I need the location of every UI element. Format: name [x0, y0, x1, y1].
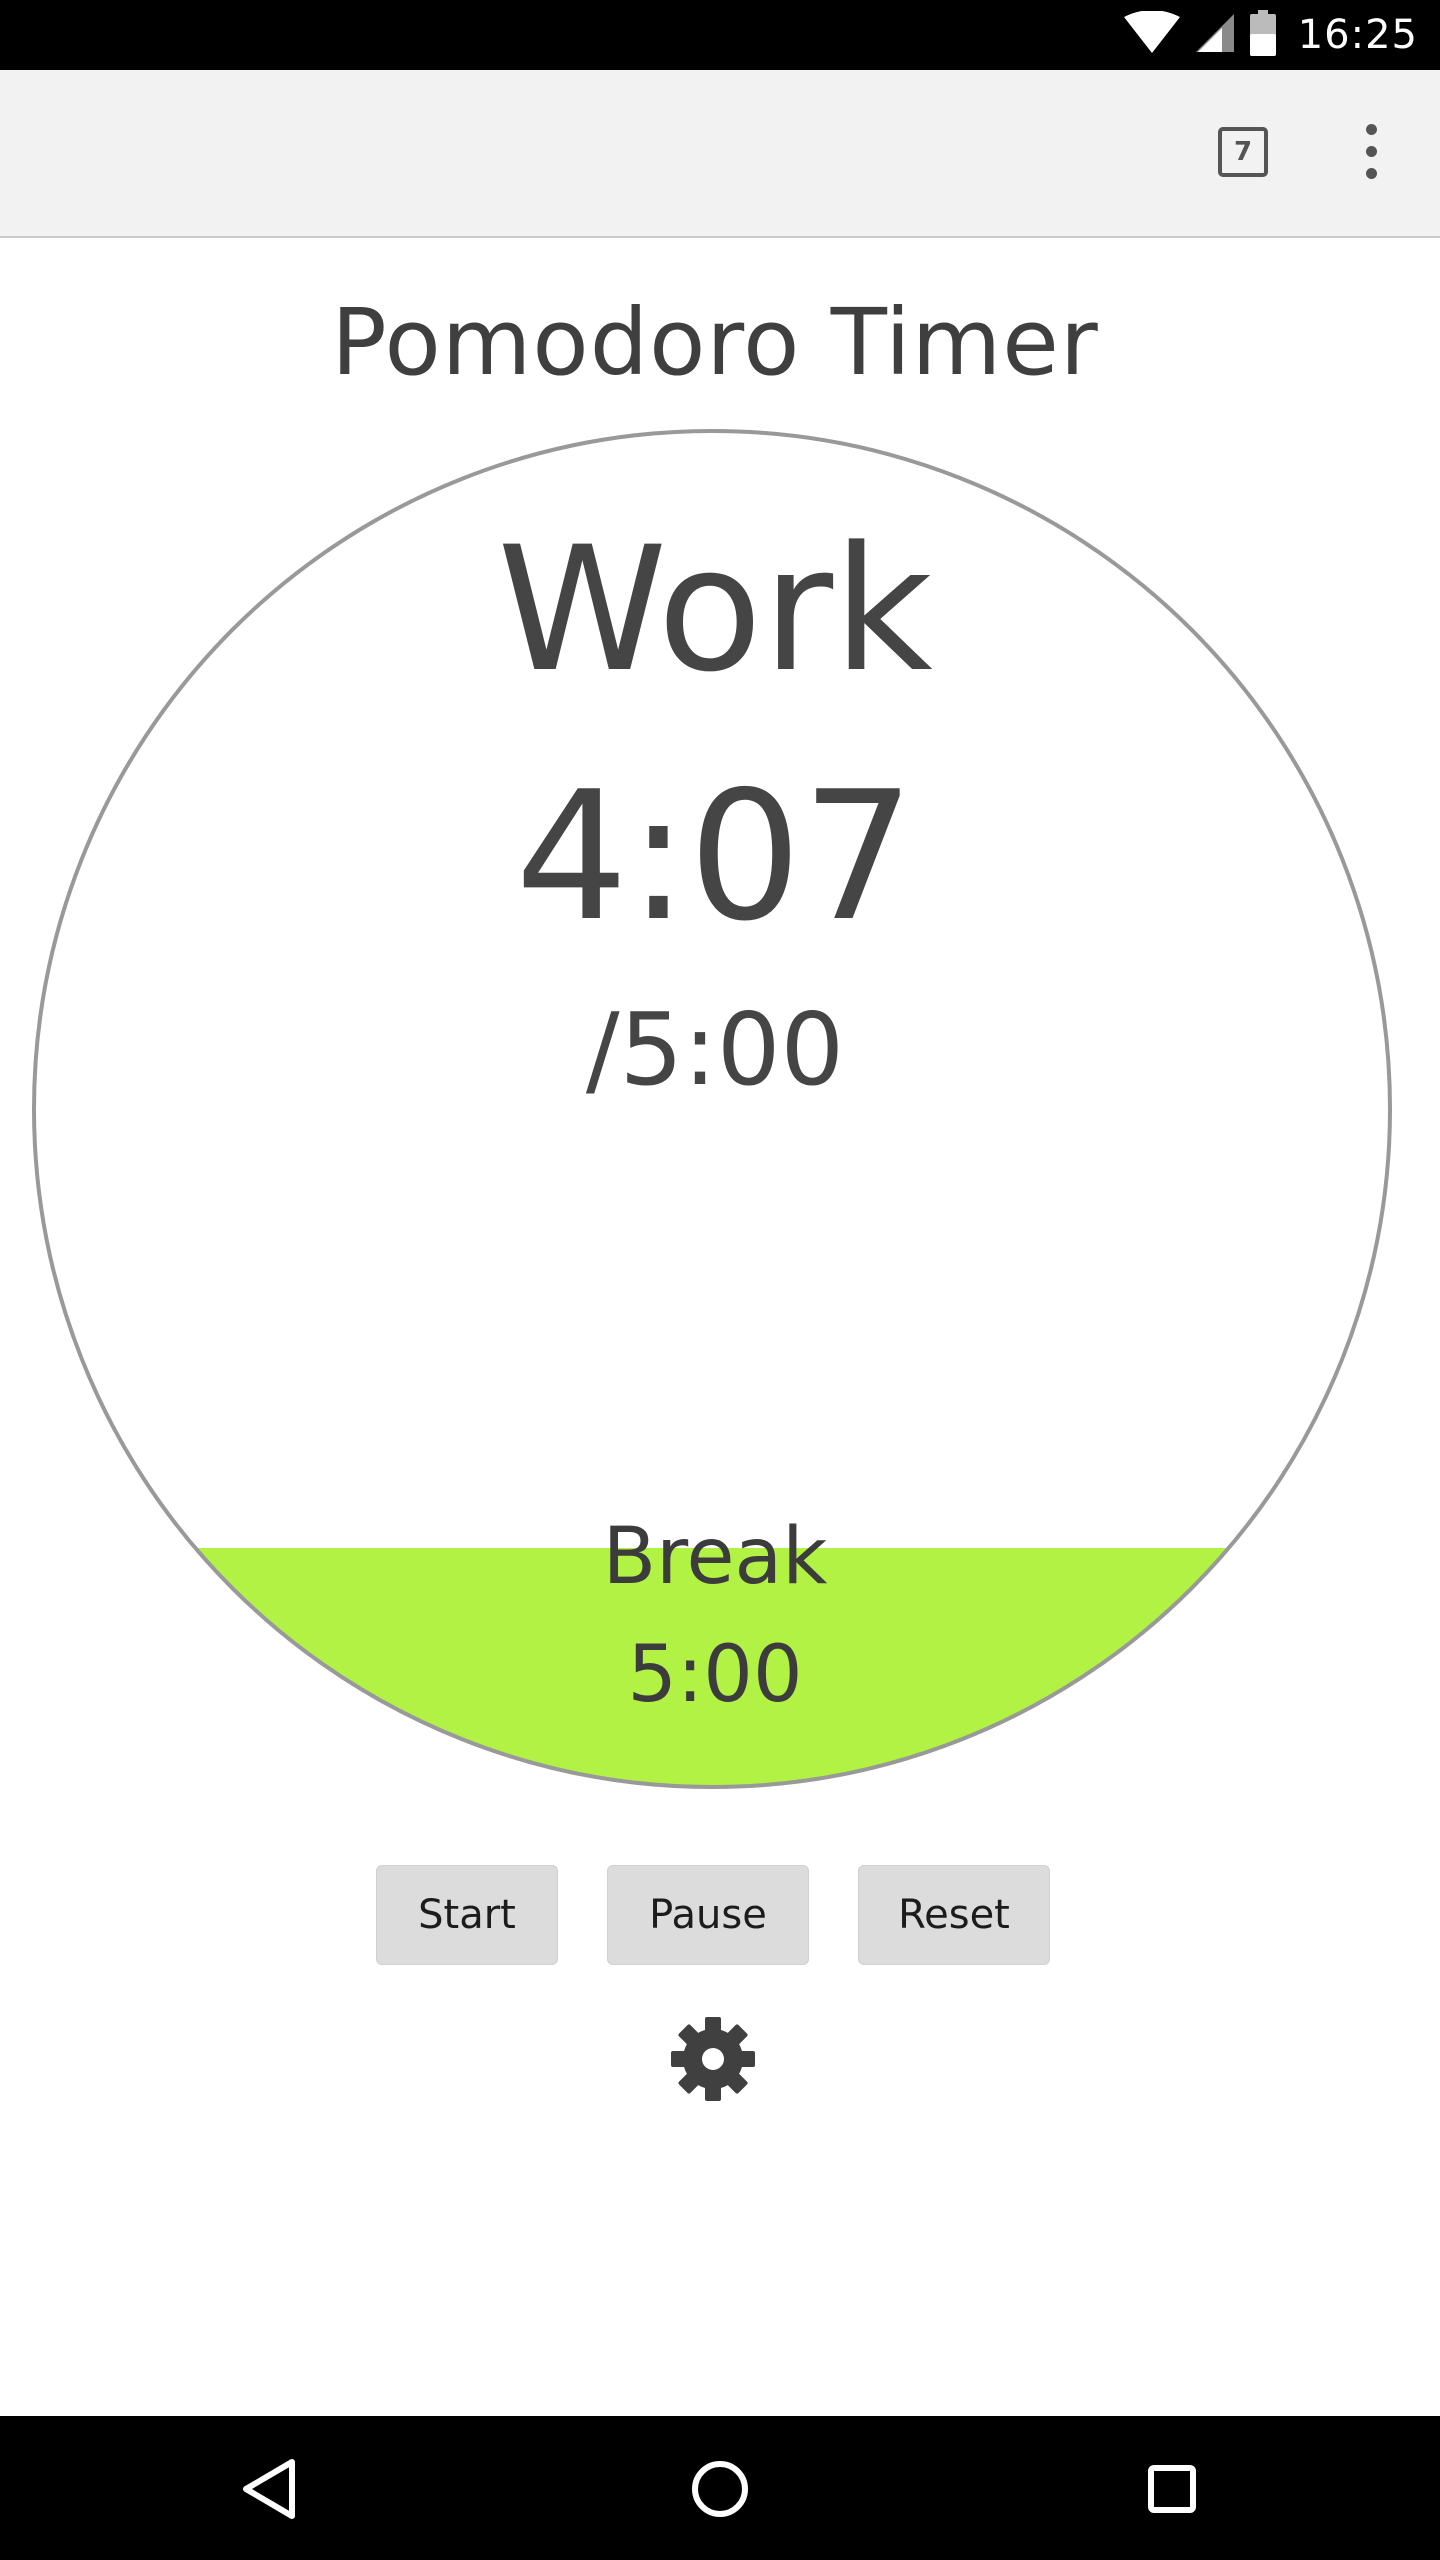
next-phase-label: Break [602, 1512, 828, 1602]
start-button[interactable]: Start [376, 1865, 558, 1965]
mode-label: Work [497, 509, 933, 710]
battery-icon [1249, 10, 1276, 60]
status-time: 16:25 [1297, 12, 1418, 58]
wifi-icon [1123, 10, 1180, 59]
browser-toolbar: 7 [0, 70, 1440, 238]
gear-icon[interactable] [671, 2017, 755, 2101]
time-total: /5:00 [585, 991, 845, 1108]
tab-count: 7 [1233, 137, 1253, 167]
recent-apps-icon[interactable] [1127, 2444, 1217, 2534]
back-icon[interactable] [224, 2444, 314, 2534]
pause-button[interactable]: Pause [607, 1865, 809, 1965]
cell-signal-icon [1194, 12, 1236, 58]
tab-switcher-icon[interactable]: 7 [1218, 127, 1268, 177]
time-remaining: 4:07 [515, 753, 915, 960]
reset-button[interactable]: Reset [858, 1865, 1050, 1965]
navigation-bar [0, 2416, 1440, 2560]
overflow-menu-icon[interactable] [1352, 122, 1392, 182]
home-icon[interactable] [675, 2444, 765, 2534]
status-icons: 16:25 [1123, 0, 1440, 70]
status-bar: 16:25 [0, 0, 1440, 70]
app-screen: 16:25 7 Pomodoro Timer Work 4:07 /5:00 B… [0, 0, 1440, 2560]
page-title: Pomodoro Timer [331, 289, 1099, 396]
next-phase-duration: 5:00 [627, 1630, 803, 1720]
